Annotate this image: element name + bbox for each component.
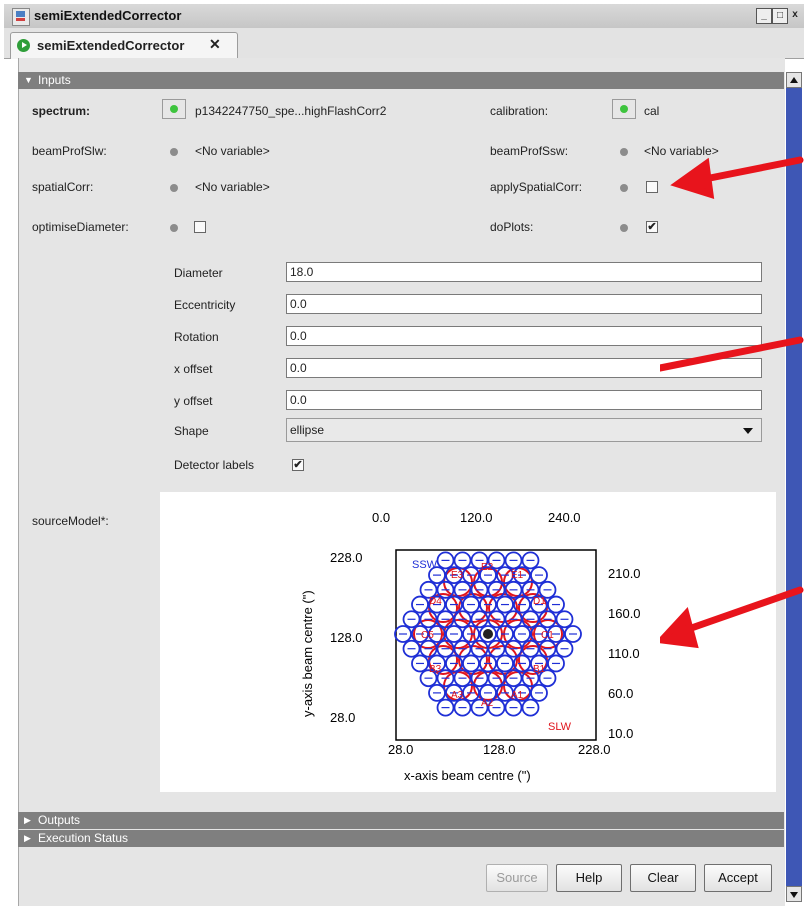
left-tick-label: 128.0 bbox=[330, 630, 363, 645]
detector-labels-label: Detector labels bbox=[174, 458, 255, 472]
shape-label: Shape bbox=[174, 424, 209, 438]
minimize-button[interactable]: _ bbox=[756, 8, 772, 24]
optimisediameter-led bbox=[170, 224, 178, 232]
beamprofssw-label: beamProfSsw: bbox=[490, 144, 569, 158]
close-window-button[interactable]: x bbox=[788, 8, 802, 22]
spatialcorr-label: spatialCorr: bbox=[32, 180, 94, 194]
slw-detector-label: C1 bbox=[541, 630, 554, 641]
left-tick-label: 28.0 bbox=[330, 710, 355, 725]
spectrum-label: spectrum: bbox=[32, 104, 91, 118]
applyspatialcorr-checkbox[interactable] bbox=[646, 181, 658, 193]
expand-triangle-icon: ▶ bbox=[24, 815, 31, 825]
source-button[interactable]: Source bbox=[486, 864, 548, 892]
diameter-label: Diameter bbox=[174, 266, 223, 280]
left-tick-label: 228.0 bbox=[330, 550, 363, 565]
slw-detector-label: E2 bbox=[481, 562, 494, 573]
beamprofslw-led bbox=[170, 148, 178, 156]
slw-detector-label: B1 bbox=[533, 664, 546, 675]
section-outputs[interactable]: ▶ Outputs bbox=[18, 812, 784, 829]
top-tick-label: 120.0 bbox=[460, 510, 493, 525]
y-offset-label: y offset bbox=[174, 394, 213, 408]
doplots-led bbox=[620, 224, 628, 232]
slw-detector-label: D4 bbox=[429, 596, 442, 607]
arrow-line bbox=[696, 156, 804, 184]
top-tick-label: 240.0 bbox=[548, 510, 581, 525]
scroll-down-icon[interactable] bbox=[786, 886, 802, 902]
x-offset-label: x offset bbox=[174, 362, 213, 376]
shape-select-value: ellipse bbox=[290, 423, 325, 437]
tab-label: semiExtendedCorrector bbox=[37, 38, 185, 53]
run-icon bbox=[17, 39, 30, 52]
slw-series-label: SLW bbox=[548, 721, 572, 733]
slw-detector-label: D1 bbox=[533, 596, 546, 607]
calibration-label: calibration: bbox=[490, 104, 549, 118]
spatialcorr-led bbox=[170, 184, 178, 192]
slw-detector-label: B3 bbox=[429, 664, 442, 675]
arrow-head bbox=[660, 606, 699, 649]
slw-detector-label: E1 bbox=[511, 570, 524, 581]
y-axis-label: y-axis beam centre (") bbox=[300, 590, 315, 717]
slw-detector-label: A2 bbox=[481, 698, 494, 709]
arrow-line bbox=[676, 586, 804, 636]
slw-detector-label: C5 bbox=[421, 630, 434, 641]
right-tick-label: 110.0 bbox=[608, 646, 640, 661]
section-execution-label: Execution Status bbox=[38, 831, 129, 845]
tab-semiextendedcorrector[interactable]: semiExtendedCorrector ✕ bbox=[10, 32, 238, 59]
doplots-label: doPlots: bbox=[490, 220, 534, 234]
section-outputs-label: Outputs bbox=[38, 813, 81, 827]
annotation-arrows bbox=[660, 156, 804, 649]
bottom-tick-label: 228.0 bbox=[578, 742, 611, 757]
right-tick-label: 160.0 bbox=[608, 606, 641, 621]
right-tick-label: 10.0 bbox=[608, 726, 633, 741]
arrow-line bbox=[660, 336, 804, 372]
app-icon bbox=[12, 8, 30, 26]
applyspatialcorr-label: applySpatialCorr: bbox=[490, 180, 583, 194]
help-button[interactable]: Help bbox=[556, 864, 622, 892]
bottom-tick-label: 128.0 bbox=[483, 742, 516, 757]
section-execution-status[interactable]: ▶ Execution Status bbox=[18, 830, 784, 847]
window-title: semiExtendedCorrector bbox=[34, 8, 182, 23]
rotation-label: Rotation bbox=[174, 330, 219, 344]
slw-detector-label: A1 bbox=[511, 690, 524, 701]
beamprofssw-led bbox=[620, 148, 628, 156]
sourcemodel-label: sourceModel*: bbox=[32, 514, 109, 528]
spatialcorr-value[interactable]: <No variable> bbox=[195, 180, 270, 194]
x-axis-label: x-axis beam centre (") bbox=[404, 768, 531, 783]
source-center-marker bbox=[483, 629, 493, 639]
calibration-status-led[interactable] bbox=[612, 99, 636, 119]
tab-close-icon[interactable]: ✕ bbox=[209, 36, 221, 53]
detector-labels-checkbox[interactable]: ✔ bbox=[292, 459, 304, 471]
right-tick-label: 210.0 bbox=[608, 566, 641, 581]
arrow-head bbox=[670, 157, 715, 199]
maximize-button[interactable]: □ bbox=[772, 8, 788, 24]
optimisediameter-checkbox[interactable] bbox=[194, 221, 206, 233]
section-inputs[interactable]: ▼ Inputs bbox=[18, 72, 784, 89]
slw-detector-label: A3 bbox=[451, 690, 464, 701]
tab-bar: semiExtendedCorrector ✕ bbox=[4, 28, 804, 59]
calibration-value[interactable]: cal bbox=[644, 104, 659, 118]
doplots-checkbox[interactable]: ✔ bbox=[646, 221, 658, 233]
beamprofslw-value[interactable]: <No variable> bbox=[195, 144, 270, 158]
scroll-up-icon[interactable] bbox=[786, 72, 802, 88]
spectrum-value[interactable]: p1342247750_spe...highFlashCorr2 bbox=[195, 104, 386, 118]
collapse-triangle-icon: ▼ bbox=[24, 75, 33, 85]
section-inputs-label: Inputs bbox=[38, 73, 71, 87]
beamprofslw-label: beamProfSlw: bbox=[32, 144, 107, 158]
slw-detector-label: E3 bbox=[451, 570, 464, 581]
spectrum-status-led[interactable] bbox=[162, 99, 186, 119]
optimisediameter-label: optimiseDiameter: bbox=[32, 220, 129, 234]
expand-triangle-icon: ▶ bbox=[24, 833, 31, 843]
right-tick-label: 60.0 bbox=[608, 686, 633, 701]
ssw-series-label: SSW bbox=[412, 559, 438, 571]
accept-button[interactable]: Accept bbox=[704, 864, 772, 892]
bottom-tick-label: 28.0 bbox=[388, 742, 413, 757]
applyspatialcorr-led bbox=[620, 184, 628, 192]
top-tick-label: 0.0 bbox=[372, 510, 390, 525]
clear-button[interactable]: Clear bbox=[630, 864, 696, 892]
window-titlebar[interactable]: semiExtendedCorrector _ □ x bbox=[4, 4, 804, 29]
eccentricity-label: Eccentricity bbox=[174, 298, 236, 312]
